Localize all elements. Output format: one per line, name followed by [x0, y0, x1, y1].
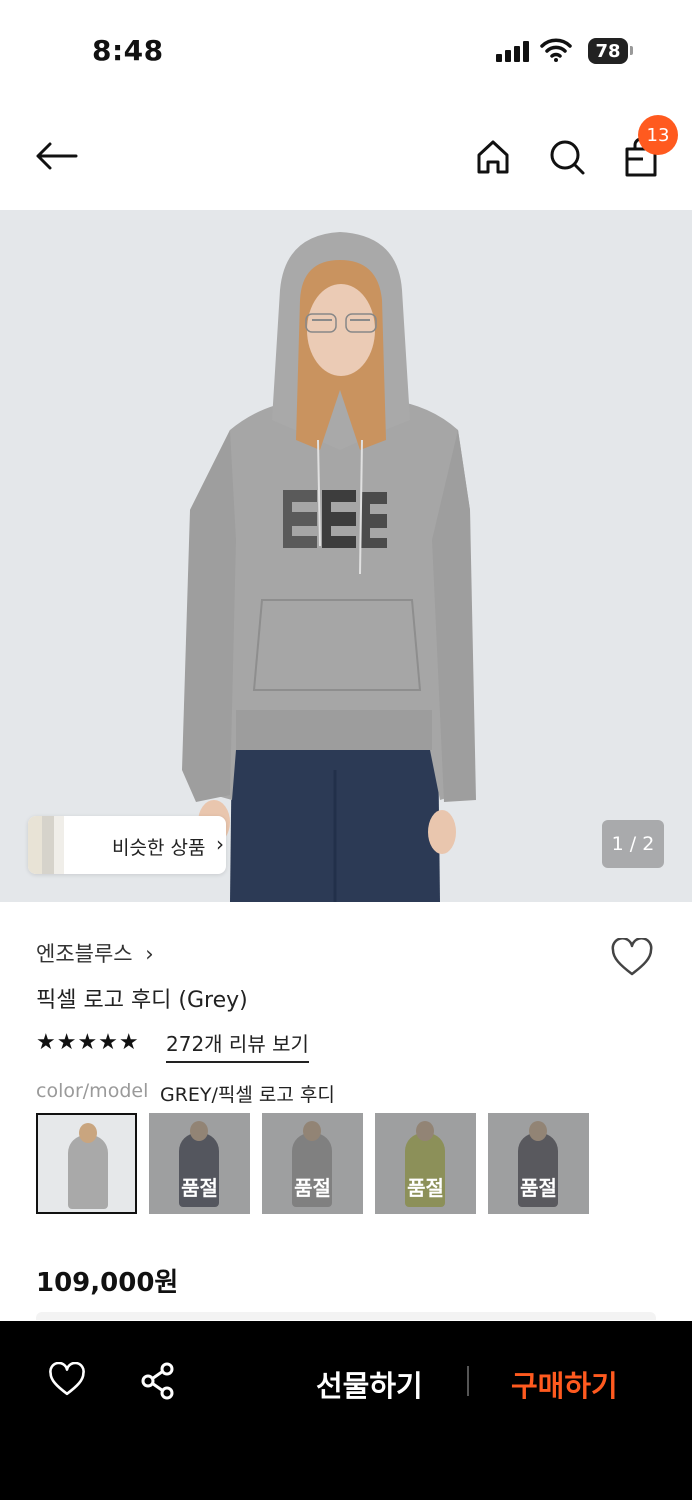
sold-out-label: 품절	[262, 1113, 363, 1214]
share-icon	[141, 1362, 174, 1400]
gift-button[interactable]: 선물하기	[316, 1363, 423, 1405]
wishlist-button[interactable]	[610, 937, 654, 982]
status-time: 8:48	[92, 34, 164, 67]
swatch-option[interactable]	[36, 1113, 137, 1214]
product-name: 픽셀 로고 후디 (Grey)	[36, 988, 248, 1013]
swatch-option[interactable]: 품절	[149, 1113, 250, 1214]
home-button[interactable]	[470, 134, 516, 180]
search-icon	[550, 140, 585, 175]
chevron-right-icon: ›	[216, 832, 224, 856]
sold-out-label: 품절	[375, 1113, 476, 1214]
cellular-signal-icon	[496, 40, 529, 62]
bottom-wishlist-button[interactable]	[48, 1361, 86, 1402]
sold-out-label: 품절	[149, 1113, 250, 1214]
heart-icon	[611, 937, 653, 976]
swatch-option[interactable]: 품절	[262, 1113, 363, 1214]
share-button[interactable]	[140, 1362, 176, 1404]
product-photo	[0, 210, 692, 902]
content-divider	[36, 1312, 656, 1320]
buy-button[interactable]: 구매하기	[511, 1363, 618, 1405]
back-arrow-icon	[36, 142, 78, 170]
swatch-option[interactable]: 품절	[375, 1113, 476, 1214]
sold-out-label: 품절	[488, 1113, 589, 1214]
top-navigation	[0, 100, 692, 210]
similar-products-label: 비슷한 상품	[112, 837, 206, 859]
brand-name: 엔조블루스	[36, 942, 133, 966]
option-label: color/model	[36, 1080, 149, 1102]
option-swatches: 품절 품절 품절 품절	[36, 1113, 589, 1214]
status-bar: 8:48 78	[0, 0, 692, 100]
back-button[interactable]	[30, 134, 82, 178]
battery-icon: 78	[588, 38, 628, 64]
rating-stars: ★★★★★	[36, 1030, 140, 1055]
image-pager: 1 / 2	[602, 820, 664, 868]
option-value: GREY/픽셀 로고 후디	[160, 1084, 335, 1106]
brand-link[interactable]: 엔조블루스 ›	[36, 938, 154, 968]
bottom-bar-divider	[467, 1366, 469, 1396]
chevron-right-icon: ›	[145, 942, 154, 966]
battery-tip	[630, 46, 633, 55]
search-button[interactable]	[544, 134, 590, 180]
similar-products-button[interactable]: 비슷한 상품 ›	[28, 816, 226, 874]
product-image[interactable]	[0, 210, 692, 902]
swatch-option[interactable]: 품절	[488, 1113, 589, 1214]
bottom-action-bar	[0, 1321, 692, 1500]
heart-icon	[49, 1361, 85, 1396]
similar-products-thumbnails	[28, 816, 64, 874]
home-icon	[477, 140, 509, 174]
reviews-link[interactable]: 272개 리뷰 보기	[166, 1028, 309, 1063]
wifi-icon	[540, 38, 572, 62]
price: 109,000원	[36, 1268, 179, 1298]
cart-count-badge: 13	[638, 115, 678, 155]
